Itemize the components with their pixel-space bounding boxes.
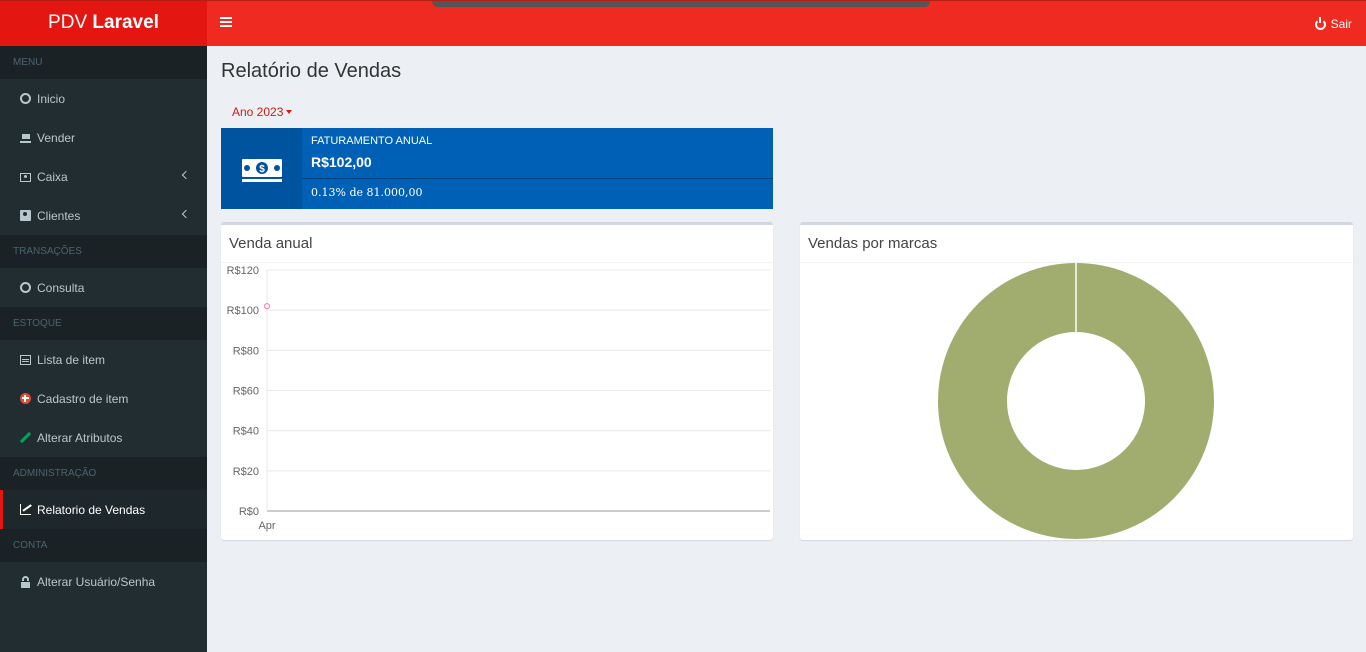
year-dropdown[interactable]: Ano 2023: [232, 105, 293, 119]
chevron-left-icon: [181, 170, 191, 180]
sidebar-item-cadastro[interactable]: Cadastro de item: [0, 379, 207, 418]
sidebar-item-label: Clientes: [37, 208, 81, 223]
list-icon: [20, 354, 31, 365]
contact-icon: [20, 210, 31, 221]
top-navbar: PDV Laravel Sair: [0, 0, 1366, 47]
infobox-progress-bar: [302, 178, 773, 179]
y-tick-label: R$80: [233, 345, 259, 357]
infobox-label: FATURAMENTO ANUAL: [311, 135, 433, 147]
annual-sales-chart: R$0 R$20 R$40 R$60 R$80 R$100 R$120 Apr: [227, 265, 770, 532]
caret-down-icon: [286, 110, 293, 114]
page-title: Relatório de Vendas: [221, 60, 402, 82]
logout-label: Sair: [1330, 17, 1352, 31]
y-tick-label: R$0: [239, 506, 259, 518]
circle-icon: [20, 282, 31, 293]
sidebar: MENU Inicio Vender Caixa Clientes TRANSA…: [0, 46, 207, 652]
brand-sales-donut-chart: [938, 263, 1214, 539]
money-icon: [20, 172, 31, 182]
section-estoque: ESTOQUE: [0, 307, 207, 340]
y-tick-label: R$100: [227, 305, 259, 317]
y-tick-label: R$60: [233, 386, 259, 398]
year-dropdown-label: Ano 2023: [232, 105, 284, 119]
circle-icon: [20, 93, 31, 104]
logout-button[interactable]: Sair: [1314, 16, 1352, 31]
svg-text:$: $: [259, 164, 265, 175]
sidebar-item-label: Consulta: [37, 280, 85, 295]
sidebar-item-label: Caixa: [37, 169, 68, 184]
x-tick-label: Apr: [258, 520, 275, 532]
brand-name: Laravel: [92, 12, 159, 33]
plus-circle-icon: [20, 393, 31, 404]
data-point: [263, 303, 271, 310]
sidebar-toggle-icon[interactable]: [220, 17, 232, 29]
brand-logo[interactable]: PDV Laravel: [0, 1, 207, 47]
sidebar-item-inicio[interactable]: Inicio: [0, 79, 207, 118]
money-bill-icon: $: [221, 128, 302, 209]
cart-icon: [20, 132, 31, 143]
sidebar-item-label: Alterar Usuário/Senha: [37, 574, 156, 589]
sidebar-item-label: Vender: [37, 130, 76, 145]
sidebar-item-usuario[interactable]: Alterar Usuário/Senha: [0, 562, 207, 601]
sidebar-item-atributos[interactable]: Alterar Atributos: [0, 418, 207, 457]
section-menu: MENU: [0, 46, 207, 79]
pencil-icon: [20, 432, 31, 443]
sidebar-item-label: Lista de item: [37, 352, 106, 367]
section-transacoes: TRANSAÇÕES: [0, 235, 207, 268]
line-chart-icon: [20, 504, 31, 515]
section-conta: CONTA: [0, 529, 207, 562]
sidebar-item-relatorio[interactable]: Relatorio de Vendas: [0, 490, 207, 529]
section-administracao: ADMINISTRAÇÃO: [0, 457, 207, 490]
sidebar-item-consulta[interactable]: Consulta: [0, 268, 207, 307]
power-icon: [1314, 16, 1326, 30]
y-tick-label: R$20: [233, 466, 259, 478]
sidebar-item-clientes[interactable]: Clientes: [0, 196, 207, 235]
chevron-left-icon: [181, 209, 191, 219]
infobox-value: R$102,00: [311, 154, 372, 170]
sidebar-item-vender[interactable]: Vender: [0, 118, 207, 157]
sidebar-item-label: Relatorio de Vendas: [37, 502, 146, 517]
brand-sales-panel: Vendas por marcas: [800, 222, 1353, 540]
y-tick-label: R$120: [227, 265, 259, 277]
sidebar-item-label: Cadastro de item: [37, 391, 129, 406]
annual-revenue-infobox: $ FATURAMENTO ANUAL R$102,00 0.13% de 81…: [221, 128, 773, 209]
browser-popup-edge: [432, 1, 930, 7]
sidebar-item-caixa[interactable]: Caixa: [0, 157, 207, 196]
annual-sales-panel: Venda anual R$0 R$20 R$40 R$60 R$80 R$100 R$12…: [221, 222, 773, 540]
sidebar-item-label: Alterar Atributos: [37, 430, 123, 445]
infobox-progress-text: 0.13% de 81.000,00: [311, 186, 423, 199]
sidebar-item-label: Inicio: [37, 91, 66, 106]
y-tick-label: R$40: [233, 426, 259, 438]
brand-prefix: PDV: [48, 12, 88, 33]
sidebar-item-lista[interactable]: Lista de item: [0, 340, 207, 379]
lock-icon: [21, 576, 30, 588]
